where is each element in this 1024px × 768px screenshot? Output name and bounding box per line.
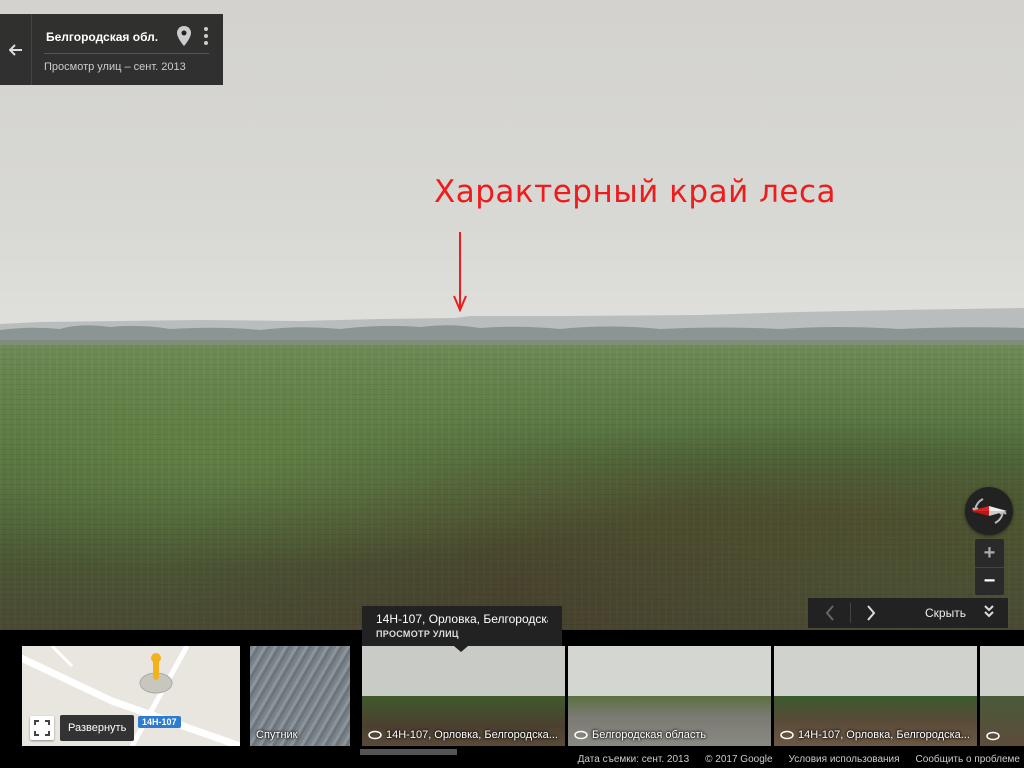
copyright: © 2017 Google	[705, 754, 773, 765]
expand-map-button[interactable]	[30, 716, 54, 740]
rotate-360-icon	[574, 730, 588, 740]
filmstrip: Спутник 14H-107, Орловка, Белгородска...…	[0, 630, 1024, 768]
back-button[interactable]	[0, 14, 32, 85]
annotation-arrow-icon	[453, 232, 467, 312]
annotation-text: Характерный край леса	[434, 174, 837, 210]
thumbnail-label: 14H-107, Орловка, Белгородска...	[386, 729, 558, 741]
report-problem-link[interactable]: Сообщить о проблеме	[916, 754, 1020, 768]
thumbnail-label: 14H-107, Орловка, Белгородска...	[798, 729, 970, 741]
thumbnail-satellite[interactable]: Спутник	[250, 646, 350, 746]
fullscreen-icon	[34, 720, 50, 736]
prev-button[interactable]	[816, 598, 844, 628]
road-number-badge: 14H-107	[138, 716, 181, 728]
expand-tooltip: Развернуть	[60, 715, 135, 741]
thumbnail-tooltip: 14H-107, Орловка, Белгородска... ПРОСМОТ…	[362, 606, 562, 646]
location-info-card: Белгородская обл. Просмотр улиц – сент. …	[0, 14, 223, 85]
thumbnail-label: Белгородская область	[592, 729, 707, 741]
thumbnail-streetview-2[interactable]: Белгородская область	[568, 646, 771, 746]
double-chevron-down-icon[interactable]	[984, 604, 994, 622]
compass-control[interactable]	[965, 487, 1013, 535]
filmstrip-scrollbar[interactable]	[360, 749, 457, 755]
thumbnail-streetview-3[interactable]: 14H-107, Орловка, Белгородска...	[774, 646, 977, 746]
chevron-left-icon	[825, 605, 834, 621]
tooltip-subtitle: ПРОСМОТР УЛИЦ	[376, 629, 459, 639]
footer: Дата съемки: сент. 2013 © 2017 Google Ус…	[578, 754, 1024, 768]
zoom-in-button[interactable]: +	[975, 539, 1004, 567]
rotate-360-icon	[368, 730, 382, 740]
hide-button[interactable]: Скрыть	[925, 606, 966, 620]
rotate-360-icon	[986, 731, 1000, 741]
terms-link[interactable]: Условия использования	[789, 754, 900, 768]
rotate-360-icon	[780, 730, 794, 740]
zoom-control: + −	[975, 539, 1004, 595]
zoom-out-button[interactable]: −	[975, 567, 1004, 595]
map-pin-icon[interactable]	[177, 26, 191, 46]
next-button[interactable]	[857, 598, 885, 628]
thumbnail-streetview-1[interactable]: 14H-107, Орловка, Белгородска...	[362, 646, 565, 746]
more-vert-icon[interactable]	[201, 26, 211, 46]
tooltip-title: 14H-107, Орловка, Белгородска...	[376, 612, 548, 626]
street-view-panorama[interactable]: Характерный край леса	[0, 0, 1024, 630]
location-title: Белгородская обл.	[46, 30, 159, 44]
filmstrip-nav-bar: Скрыть	[808, 598, 1008, 628]
thumbnail-label: Спутник	[256, 729, 298, 741]
capture-info: Просмотр улиц – сент. 2013	[44, 61, 186, 73]
compass-icon	[971, 498, 1007, 524]
thumbnail-streetview-4[interactable]	[980, 646, 1024, 746]
capture-date: Дата съемки: сент. 2013	[577, 754, 690, 765]
chevron-right-icon	[867, 605, 876, 621]
arrow-left-icon	[8, 43, 22, 56]
